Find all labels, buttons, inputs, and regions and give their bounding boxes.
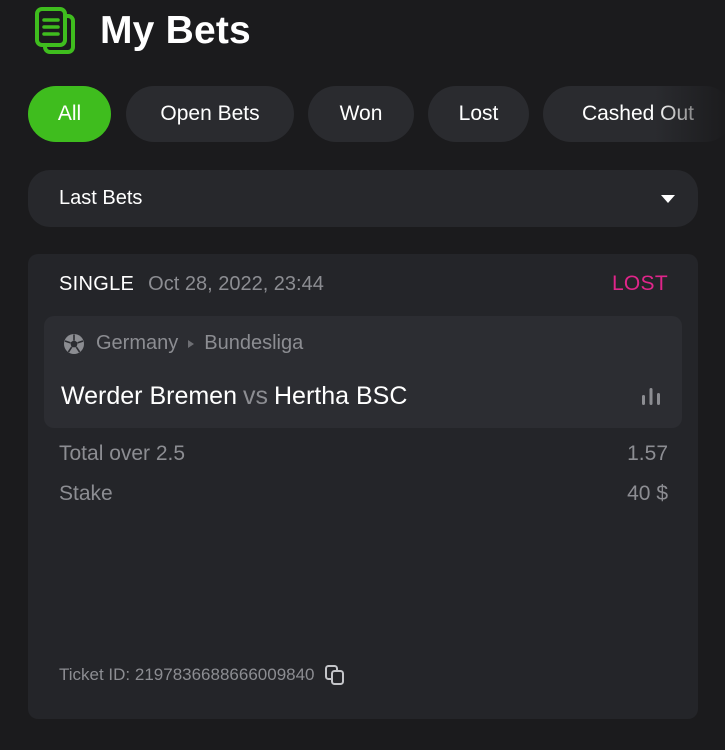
bet-date: Oct 28, 2022, 23:44 (148, 273, 324, 295)
stake-value: 40 $ (627, 482, 668, 505)
filter-lost[interactable]: Lost (428, 86, 529, 142)
match-teams: Werder Bremen vs Hertha BSC (61, 382, 407, 411)
bet-slip-icon (35, 7, 75, 54)
caret-down-icon (661, 194, 675, 203)
dropdown-selected-value: Last Bets (59, 187, 143, 209)
page-header: My Bets (34, 6, 251, 56)
soccer-ball-icon (64, 333, 84, 354)
away-team: Hertha BSC (274, 382, 408, 410)
selection-row: Total over 2.5 1.57 (59, 442, 668, 466)
filter-cashed-out[interactable]: Cashed Out (543, 86, 725, 142)
filter-all[interactable]: All (28, 86, 111, 142)
bet-card-header: SINGLE Oct 28, 2022, 23:44 LOST (59, 272, 668, 300)
filter-won[interactable]: Won (308, 86, 414, 142)
chevron-right-icon (188, 339, 195, 348)
bet-card[interactable]: SINGLE Oct 28, 2022, 23:44 LOST Germany … (28, 254, 698, 719)
league-label: Bundesliga (204, 332, 304, 354)
selection-odds: 1.57 (627, 442, 668, 465)
ticket-id-row: Ticket ID: 2197836688666009840 (59, 664, 346, 686)
last-bets-dropdown[interactable]: Last Bets (28, 170, 698, 227)
bar-chart-icon[interactable] (640, 386, 662, 406)
ticket-id: Ticket ID: 2197836688666009840 (59, 665, 315, 684)
bet-status-badge: LOST (611, 272, 668, 295)
home-team: Werder Bremen (61, 382, 237, 410)
stake-label: Stake (59, 482, 113, 505)
page-title: My Bets (100, 9, 251, 52)
vs-label: vs (243, 382, 268, 410)
country-label: Germany (96, 332, 179, 354)
copy-icon[interactable] (324, 664, 346, 686)
event-box[interactable]: Germany Bundesliga Werder Bremen vs Hert… (44, 316, 682, 428)
league-breadcrumb: Germany Bundesliga (63, 332, 303, 355)
bet-type: SINGLE (59, 273, 135, 295)
selection-label: Total over 2.5 (59, 442, 186, 465)
filter-tabs: All Open Bets Won Lost Cashed Out (28, 86, 725, 142)
filter-open-bets[interactable]: Open Bets (126, 86, 294, 142)
stake-row: Stake 40 $ (59, 482, 668, 506)
